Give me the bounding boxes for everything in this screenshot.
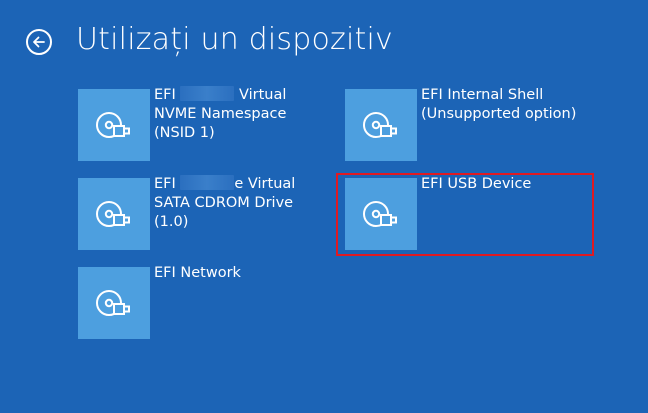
tile-label: EFI Internal Shell (Unsupported option) xyxy=(421,87,577,122)
device-tile-sata-cdrom[interactable]: EFI e Virtual SATA CDROM Drive (1.0) xyxy=(78,175,344,250)
tile-label-prefix: EFI xyxy=(154,176,176,192)
tile-icon-box xyxy=(78,178,150,250)
redaction-mark xyxy=(180,86,235,101)
disc-usb-icon xyxy=(96,201,130,227)
device-tile-network[interactable]: EFI Network xyxy=(78,265,344,339)
disc-usb-icon xyxy=(96,112,130,138)
device-tile-usb[interactable]: EFI USB Device xyxy=(345,176,611,250)
header: Utilizați un dispozitiv xyxy=(26,20,393,64)
device-tile-nvme[interactable]: EFI Virtual NVME Namespace (NSID 1) xyxy=(78,86,344,161)
disc-usb-icon xyxy=(363,112,397,138)
tile-icon-box xyxy=(78,267,150,339)
redaction-mark xyxy=(180,175,235,190)
disc-usb-icon xyxy=(363,201,397,227)
tile-label: EFI Virtual NVME Namespace (NSID 1) xyxy=(154,86,344,161)
back-button[interactable] xyxy=(26,29,52,55)
tile-icon-box xyxy=(345,178,417,250)
tile-label: EFI USB Device xyxy=(421,176,532,192)
disc-usb-icon xyxy=(96,290,130,316)
tile-icon-box xyxy=(345,89,417,161)
device-tile-internal-shell[interactable]: EFI Internal Shell (Unsupported option) xyxy=(345,87,611,161)
tile-label-prefix: EFI xyxy=(154,87,176,103)
page-title: Utilizați un dispozitiv xyxy=(76,22,393,57)
boot-device-screen: Utilizați un dispozitiv EFI Virtual NVME… xyxy=(0,0,648,413)
tile-icon-box xyxy=(78,89,150,161)
tile-label: EFI e Virtual SATA CDROM Drive (1.0) xyxy=(154,175,344,250)
back-arrow-icon xyxy=(33,36,45,48)
tile-label: EFI Network xyxy=(154,265,241,281)
